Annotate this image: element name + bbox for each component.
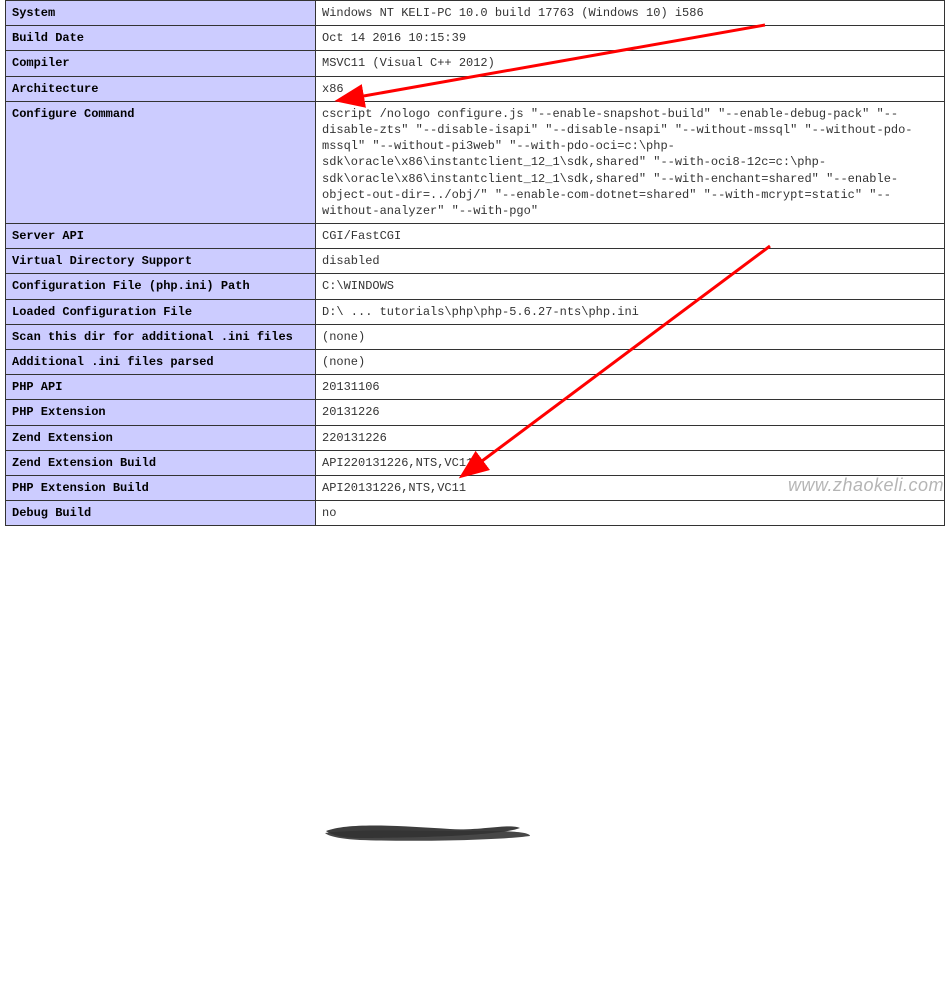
table-row: Configure Commandcscript /nologo configu… [6, 101, 945, 223]
row-label: Zend Extension [6, 425, 316, 450]
row-label: Configuration File (php.ini) Path [6, 274, 316, 299]
row-value: C:\WINDOWS [316, 274, 945, 299]
table-row: PHP Extension20131226 [6, 400, 945, 425]
table-row: Zend Extension220131226 [6, 425, 945, 450]
row-label: Debug Build [6, 501, 316, 526]
table-row: Debug Buildno [6, 501, 945, 526]
table-row: Configuration File (php.ini) PathC:\WIND… [6, 274, 945, 299]
table-row: Loaded Configuration FileD:\ ... tutoria… [6, 299, 945, 324]
row-label: System [6, 1, 316, 26]
row-value: API220131226,NTS,VC11 [316, 450, 945, 475]
row-value: (none) [316, 324, 945, 349]
table-row: Zend Extension BuildAPI220131226,NTS,VC1… [6, 450, 945, 475]
table-row: PHP Extension BuildAPI20131226,NTS,VC11 [6, 475, 945, 500]
table-row: Server APICGI/FastCGI [6, 224, 945, 249]
row-label: Additional .ini files parsed [6, 350, 316, 375]
row-value: D:\ ... tutorials\php\php-5.6.27-nts\php… [316, 299, 945, 324]
row-label: Build Date [6, 26, 316, 51]
row-label: Zend Extension Build [6, 450, 316, 475]
table-row: Build DateOct 14 2016 10:15:39 [6, 26, 945, 51]
row-value: cscript /nologo configure.js "--enable-s… [316, 101, 945, 223]
table-row: Additional .ini files parsed(none) [6, 350, 945, 375]
table-row: PHP API20131106 [6, 375, 945, 400]
row-label: Configure Command [6, 101, 316, 223]
row-value: disabled [316, 249, 945, 274]
phpinfo-tbody: SystemWindows NT KELI-PC 10.0 build 1776… [6, 1, 945, 526]
row-value: (none) [316, 350, 945, 375]
phpinfo-table: SystemWindows NT KELI-PC 10.0 build 1776… [5, 0, 945, 526]
row-value: MSVC11 (Visual C++ 2012) [316, 51, 945, 76]
table-row: Scan this dir for additional .ini files(… [6, 324, 945, 349]
row-label: Server API [6, 224, 316, 249]
redaction-scribble [0, 526, 950, 1000]
row-value: x86 [316, 76, 945, 101]
row-value: 20131226 [316, 400, 945, 425]
table-row: Architecturex86 [6, 76, 945, 101]
table-row: CompilerMSVC11 (Visual C++ 2012) [6, 51, 945, 76]
row-value: Windows NT KELI-PC 10.0 build 17763 (Win… [316, 1, 945, 26]
row-label: PHP Extension Build [6, 475, 316, 500]
row-label: Architecture [6, 76, 316, 101]
row-label: Loaded Configuration File [6, 299, 316, 324]
row-value: 220131226 [316, 425, 945, 450]
table-row: SystemWindows NT KELI-PC 10.0 build 1776… [6, 1, 945, 26]
row-value: 20131106 [316, 375, 945, 400]
table-row: Virtual Directory Supportdisabled [6, 249, 945, 274]
row-label: PHP API [6, 375, 316, 400]
row-value: CGI/FastCGI [316, 224, 945, 249]
row-value: Oct 14 2016 10:15:39 [316, 26, 945, 51]
row-label: Scan this dir for additional .ini files [6, 324, 316, 349]
row-label: Compiler [6, 51, 316, 76]
row-value: API20131226,NTS,VC11 [316, 475, 945, 500]
row-label: PHP Extension [6, 400, 316, 425]
row-label: Virtual Directory Support [6, 249, 316, 274]
row-value: no [316, 501, 945, 526]
